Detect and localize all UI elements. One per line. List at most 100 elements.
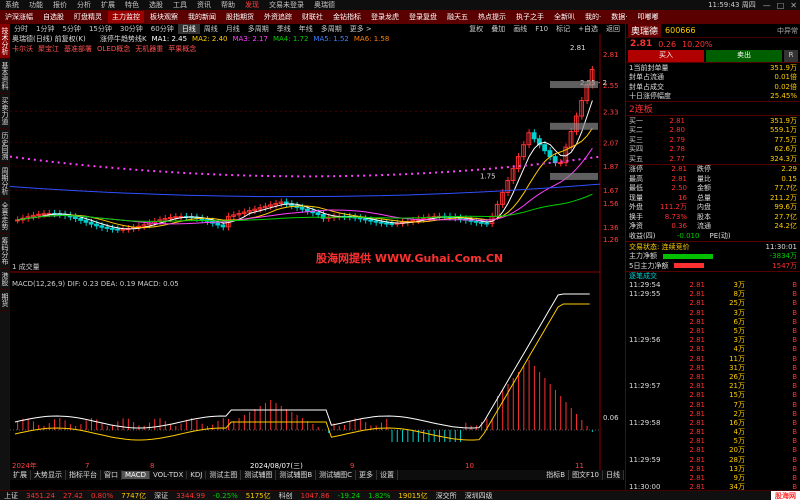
toolbar-button[interactable]: 我的· [581, 11, 605, 23]
indicator-tab[interactable]: 设置 [377, 470, 399, 480]
toolbar-button[interactable]: 数据· [607, 11, 631, 23]
toolbar-button[interactable]: 叩嘟嘟 [633, 11, 662, 23]
tick-side: B [792, 372, 797, 381]
buy-button[interactable]: 买入 [628, 50, 704, 62]
sell-button[interactable]: 卖出 [706, 50, 782, 62]
chart-tool-button[interactable]: 画线 [509, 24, 531, 34]
concept-tag[interactable]: 基准部署 [64, 45, 92, 53]
menu-item-highlight[interactable]: 发现 [240, 0, 264, 10]
period-tab[interactable]: 年线 [295, 24, 317, 34]
concept-tag[interactable]: 聚宝江 [38, 45, 59, 53]
toolbar-button[interactable]: 执子之手 [512, 11, 548, 23]
toolbar-button[interactable]: 自选股 [39, 11, 68, 23]
bottom-right-tab[interactable]: 指标B [543, 470, 570, 480]
indicator-tab[interactable]: 扩展 [10, 470, 31, 480]
bottom-right-tab[interactable]: 图文F10 [569, 470, 603, 480]
menu-item[interactable]: 扩展 [96, 0, 120, 10]
toolbar-button[interactable]: 沪深涨幅 [1, 11, 37, 23]
close-icon[interactable]: ✕ [787, 1, 800, 10]
chart-tool-button[interactable]: 返回 [602, 24, 624, 34]
refresh-button[interactable]: R [784, 50, 798, 62]
side-tab[interactable]: 买卖力道 [0, 94, 10, 129]
side-tab[interactable]: 全景走势 [0, 199, 10, 234]
order-book-row[interactable]: 买四 2.78 62.6万 [626, 145, 800, 155]
period-tab[interactable]: 15分钟 [85, 24, 116, 34]
toolbar-button[interactable]: 盯盘精灵 [70, 11, 106, 23]
menu-item[interactable]: 帮助 [216, 0, 240, 10]
concept-tag[interactable]: 苹果概念 [168, 45, 196, 53]
chart-tool-button[interactable]: 标记 [552, 24, 574, 34]
indicator-tab[interactable]: VOL-TDX [150, 471, 188, 479]
indicator-tab[interactable]: 指标平台 [66, 470, 101, 480]
period-tab[interactable]: 多周期 [244, 24, 273, 34]
order-book-row[interactable]: 买二 2.80 559.1万 [626, 126, 800, 136]
side-tab[interactable]: 周期分析 [0, 164, 10, 199]
period-tab[interactable]: 60分钟 [147, 24, 178, 34]
toolbar-button[interactable]: 股指期货 [222, 11, 258, 23]
period-tab[interactable]: 更多 > [346, 24, 376, 34]
chart-tool-button[interactable]: +自选 [574, 24, 602, 34]
side-tab[interactable]: 港股 [0, 269, 10, 290]
candle-body [484, 222, 490, 225]
indicator-tab[interactable]: 测试辅图 [241, 470, 277, 480]
toolbar-button[interactable]: 板块观察 [146, 11, 182, 23]
side-tab[interactable]: 期货 [0, 290, 10, 311]
indicator-tab[interactable]: 窗口 [101, 470, 122, 480]
indicator-tab[interactable]: MACD [122, 471, 150, 479]
period-tab[interactable]: 1分钟 [32, 24, 58, 34]
order-book-row[interactable]: 买一 2.81 351.9万 [626, 116, 800, 126]
period-tab[interactable]: 多周期 [317, 24, 346, 34]
toolbar-button[interactable]: 融天五 [443, 11, 472, 23]
menu-item[interactable]: 选股 [144, 0, 168, 10]
menu-item[interactable]: 报价 [48, 0, 72, 10]
indicator-tab[interactable]: 更多 [356, 470, 378, 480]
toolbar-button[interactable]: 我的新闻 [184, 11, 220, 23]
menu-center-item[interactable]: 交易未登录 [264, 0, 309, 10]
period-tab[interactable]: 5分钟 [58, 24, 84, 34]
concept-tag[interactable]: OLED概念 [97, 45, 130, 53]
indicator-tab[interactable]: 测试主图 [206, 470, 242, 480]
toolbar-button[interactable]: 金钻指标 [329, 11, 365, 23]
chart-area[interactable]: 2.81 2.55 2.33 2.07 1.87 1.67 1.56 1.36 1.26 2.81… [10, 34, 624, 480]
maximize-icon[interactable]: □ [774, 1, 788, 10]
period-tab[interactable]: 季线 [273, 24, 295, 34]
chart-tool-button[interactable]: 叠加 [487, 24, 509, 34]
concept-tag[interactable]: 无机器重 [135, 45, 163, 53]
menu-item[interactable]: 分析 [72, 0, 96, 10]
toolbar-button[interactable]: 登录复盘 [405, 11, 441, 23]
period-tab[interactable]: 周线 [200, 24, 222, 34]
side-tab[interactable]: 历史回溯 [0, 129, 10, 164]
indicator-tab[interactable]: 测试辅图B [276, 470, 317, 480]
toolbar-button[interactable]: 财联社 [298, 11, 327, 23]
period-tab[interactable]: 月线 [222, 24, 244, 34]
menu-item[interactable]: 系统 [0, 0, 24, 10]
side-tab[interactable]: 技术分析 [0, 24, 10, 59]
toolbar-button[interactable]: 外资追踪 [260, 11, 296, 23]
toolbar-button[interactable]: 登录龙虎 [367, 11, 403, 23]
indicator-tab[interactable]: KDJ [187, 471, 207, 479]
bottom-right-tab[interactable]: 日线 [603, 470, 624, 480]
period-tab[interactable]: 日线 [177, 24, 200, 34]
toolbar-button[interactable]: 全新叭 [550, 11, 579, 23]
toolbar-button[interactable]: 热点提示 [474, 11, 510, 23]
chart-tool-button[interactable]: 复权 [465, 24, 487, 34]
side-tab[interactable]: 基本资料 [0, 59, 10, 94]
menu-item[interactable]: 资讯 [192, 0, 216, 10]
minimize-icon[interactable]: — [760, 1, 774, 10]
order-book-row[interactable]: 买五 2.77 324.3万 [626, 154, 800, 164]
side-tab[interactable]: 筹码分布 [0, 234, 10, 269]
menu-item[interactable]: 工具 [168, 0, 192, 10]
menu-item[interactable]: 特色 [120, 0, 144, 10]
indicator-tab[interactable]: 大势显示 [31, 470, 66, 480]
menu-item[interactable]: 功能 [24, 0, 48, 10]
concept-tag[interactable]: 卡尔沃 [12, 45, 33, 53]
status-item: 3344.99 [176, 491, 206, 500]
period-tab[interactable]: 分时 [10, 24, 32, 34]
period-tab[interactable]: 30分钟 [116, 24, 147, 34]
order-book-row[interactable]: 买三 2.79 77.5万 [626, 135, 800, 145]
chart-tool-button[interactable]: F10 [531, 25, 552, 33]
tick-list[interactable]: 11:29:54 2.81 3万 B 11:29:55 2.81 8万 B 2.81 25万 B 2.… [626, 281, 800, 492]
menu-center-item[interactable]: 奥瑞德 [309, 0, 340, 10]
indicator-tab[interactable]: 测试辅图C [316, 470, 357, 480]
toolbar-button[interactable]: 主力监控 [108, 11, 144, 23]
